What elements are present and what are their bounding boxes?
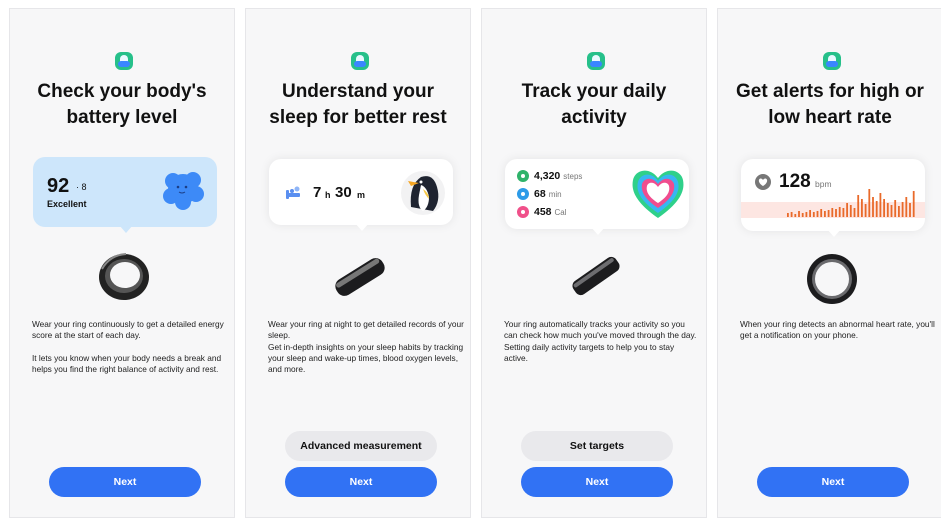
onboarding-screen-sleep: Understand your sleep for better rest 7 …	[245, 8, 471, 518]
sleep-hours-unit: h	[325, 190, 331, 200]
heart-rate-bar	[846, 203, 848, 217]
active-time-stat: 68 min	[517, 187, 562, 201]
energy-score-label: Excellent	[47, 199, 87, 209]
bed-icon	[286, 186, 300, 199]
ring-image	[807, 254, 857, 304]
screen-description: When your ring detects an abnormal heart…	[740, 319, 935, 341]
heart-rate-bar	[864, 204, 867, 217]
next-button[interactable]: Next	[49, 467, 201, 497]
sun-cloud-icon	[163, 172, 204, 210]
active-time-unit: min	[548, 189, 562, 199]
heart-rate-bar	[824, 211, 826, 217]
heart-rate-bar	[790, 212, 793, 217]
heart-rate-bar	[820, 209, 823, 217]
app-icon	[823, 52, 841, 70]
sleep-minutes-unit: m	[357, 190, 366, 200]
screen-description: Wear your ring continuously to get a det…	[32, 319, 224, 375]
heart-rate-bar	[787, 213, 789, 217]
energy-score-value: 92	[47, 175, 70, 197]
heart-icon	[755, 174, 771, 190]
heart-rate-bar	[809, 210, 811, 217]
heart-rate-bar	[794, 214, 797, 217]
card-pointer	[827, 229, 841, 237]
screen-title: Get alerts for high or low heart rate	[736, 81, 924, 128]
heart-rate-bar	[905, 197, 908, 217]
sleep-hours: 7	[313, 184, 322, 201]
advanced-measurement-button[interactable]: Advanced measurement	[285, 431, 437, 461]
next-button[interactable]: Next	[757, 467, 909, 497]
next-button[interactable]: Next	[285, 467, 437, 497]
heart-rate-bar	[912, 191, 915, 217]
calories-unit: Cal	[554, 207, 567, 217]
heart-rate-bar	[827, 210, 830, 217]
screen-description: Your ring automatically tracks your acti…	[504, 319, 697, 363]
sleep-minutes: 30	[335, 184, 352, 201]
energy-score-card: 92 · 8 Excellent	[33, 157, 217, 227]
heart-rate-bar	[894, 200, 897, 217]
sleep-card: 7 h 30 m	[269, 159, 453, 225]
app-icon	[587, 52, 605, 70]
card-pointer	[591, 227, 605, 235]
heart-rate-bar	[883, 199, 885, 217]
calories-stat: 458 Cal	[517, 205, 567, 219]
set-targets-button[interactable]: Set targets	[521, 431, 673, 461]
heart-rate-bar	[861, 199, 863, 217]
penguin-icon	[401, 171, 445, 215]
activity-heart-icon	[632, 170, 684, 218]
active-time-value: 68	[534, 188, 546, 200]
ring-image	[99, 253, 149, 300]
heart-rate-bar	[857, 195, 860, 217]
screen-title: Track your daily activity	[521, 81, 667, 128]
steps-unit: steps	[563, 171, 583, 181]
heart-rate-bar	[798, 211, 800, 217]
heart-rate-bar	[849, 205, 852, 217]
card-pointer	[119, 225, 133, 233]
heart-rate-bar	[875, 201, 878, 217]
app-icon	[115, 52, 133, 70]
heart-rate-bar	[831, 208, 834, 217]
onboarding-screen-heart-rate: Get alerts for high or low heart rate 12…	[717, 8, 941, 518]
heart-rate-bar	[805, 212, 808, 217]
heart-rate-bar	[812, 212, 815, 217]
clock-icon	[517, 188, 529, 200]
card-pointer	[355, 223, 369, 231]
heart-rate-bar	[853, 208, 856, 217]
heart-rate-bar	[801, 213, 804, 217]
onboarding-screen-battery: Check your body's battery level 92 · 8 E…	[9, 8, 235, 518]
ring-image	[335, 258, 385, 296]
heart-rate-bar	[868, 189, 871, 217]
energy-score-delta: · 8	[76, 182, 87, 192]
heart-rate-bar	[901, 202, 904, 217]
heart-rate-card: 128 bpm	[741, 159, 925, 231]
heart-rate-chart	[787, 189, 915, 217]
app-icon	[351, 52, 369, 70]
calories-value: 458	[534, 206, 552, 218]
steps-stat: 4,320 steps	[517, 169, 582, 183]
ring-image	[572, 256, 620, 296]
screen-title: Understand your sleep for better rest	[269, 81, 447, 128]
steps-icon	[517, 170, 529, 182]
heart-rate-bar	[835, 209, 837, 217]
onboarding-screen-activity: Track your daily activity 4,320 steps 68…	[481, 8, 707, 518]
heart-rate-bar	[816, 211, 819, 217]
heart-rate-bar	[886, 203, 889, 217]
heart-rate-bar	[842, 208, 845, 217]
heart-rate-bar	[879, 193, 882, 217]
steps-value: 4,320	[534, 170, 561, 182]
flame-icon	[517, 206, 529, 218]
heart-rate-bar	[898, 206, 900, 217]
screen-title: Check your body's battery level	[37, 81, 207, 128]
next-button[interactable]: Next	[521, 467, 673, 497]
activity-card: 4,320 steps 68 min 458 Cal	[505, 159, 689, 229]
heart-rate-bar	[890, 205, 893, 217]
heart-rate-bar	[838, 207, 841, 217]
heart-rate-bar	[872, 197, 874, 217]
screen-description: Wear your ring at night to get detailed …	[268, 319, 464, 375]
heart-rate-bar	[909, 203, 911, 217]
